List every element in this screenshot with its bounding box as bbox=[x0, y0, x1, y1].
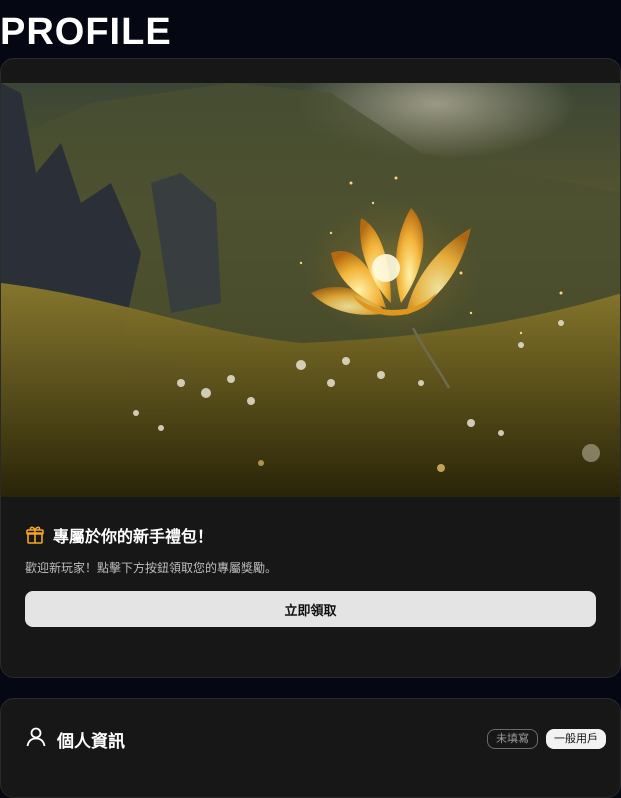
gift-card-body: 專屬於你的新手禮包！ 歡迎新玩家！點擊下方按鈕領取您的專屬獎勵。 立即領取 bbox=[25, 525, 596, 627]
gift-card: 專屬於你的新手禮包！ 歡迎新玩家！點擊下方按鈕領取您的專屬獎勵。 立即領取 bbox=[0, 58, 621, 678]
hero-illustration bbox=[1, 83, 620, 497]
profile-title-wrap: 個人資訊 bbox=[25, 726, 125, 752]
hero-image bbox=[1, 83, 620, 497]
profile-section-title: 個人資訊 bbox=[57, 731, 125, 752]
profile-header: 個人資訊 未填寫 一般用戶 bbox=[25, 725, 606, 753]
promo-title-row: 專屬於你的新手禮包！ bbox=[25, 525, 596, 549]
promo-title: 專屬於你的新手禮包！ bbox=[53, 527, 214, 546]
gift-icon bbox=[25, 525, 45, 549]
profile-badges: 未填寫 一般用戶 bbox=[487, 729, 606, 749]
page-title: PROFILE bbox=[0, 11, 172, 53]
profile-card: 個人資訊 未填寫 一般用戶 bbox=[0, 698, 621, 798]
status-badge: 未填寫 bbox=[487, 729, 538, 749]
promo-description: 歡迎新玩家！點擊下方按鈕領取您的專屬獎勵。 bbox=[25, 561, 278, 575]
role-badge: 一般用戶 bbox=[546, 729, 606, 749]
claim-button[interactable]: 立即領取 bbox=[25, 591, 596, 627]
user-icon bbox=[25, 726, 47, 752]
